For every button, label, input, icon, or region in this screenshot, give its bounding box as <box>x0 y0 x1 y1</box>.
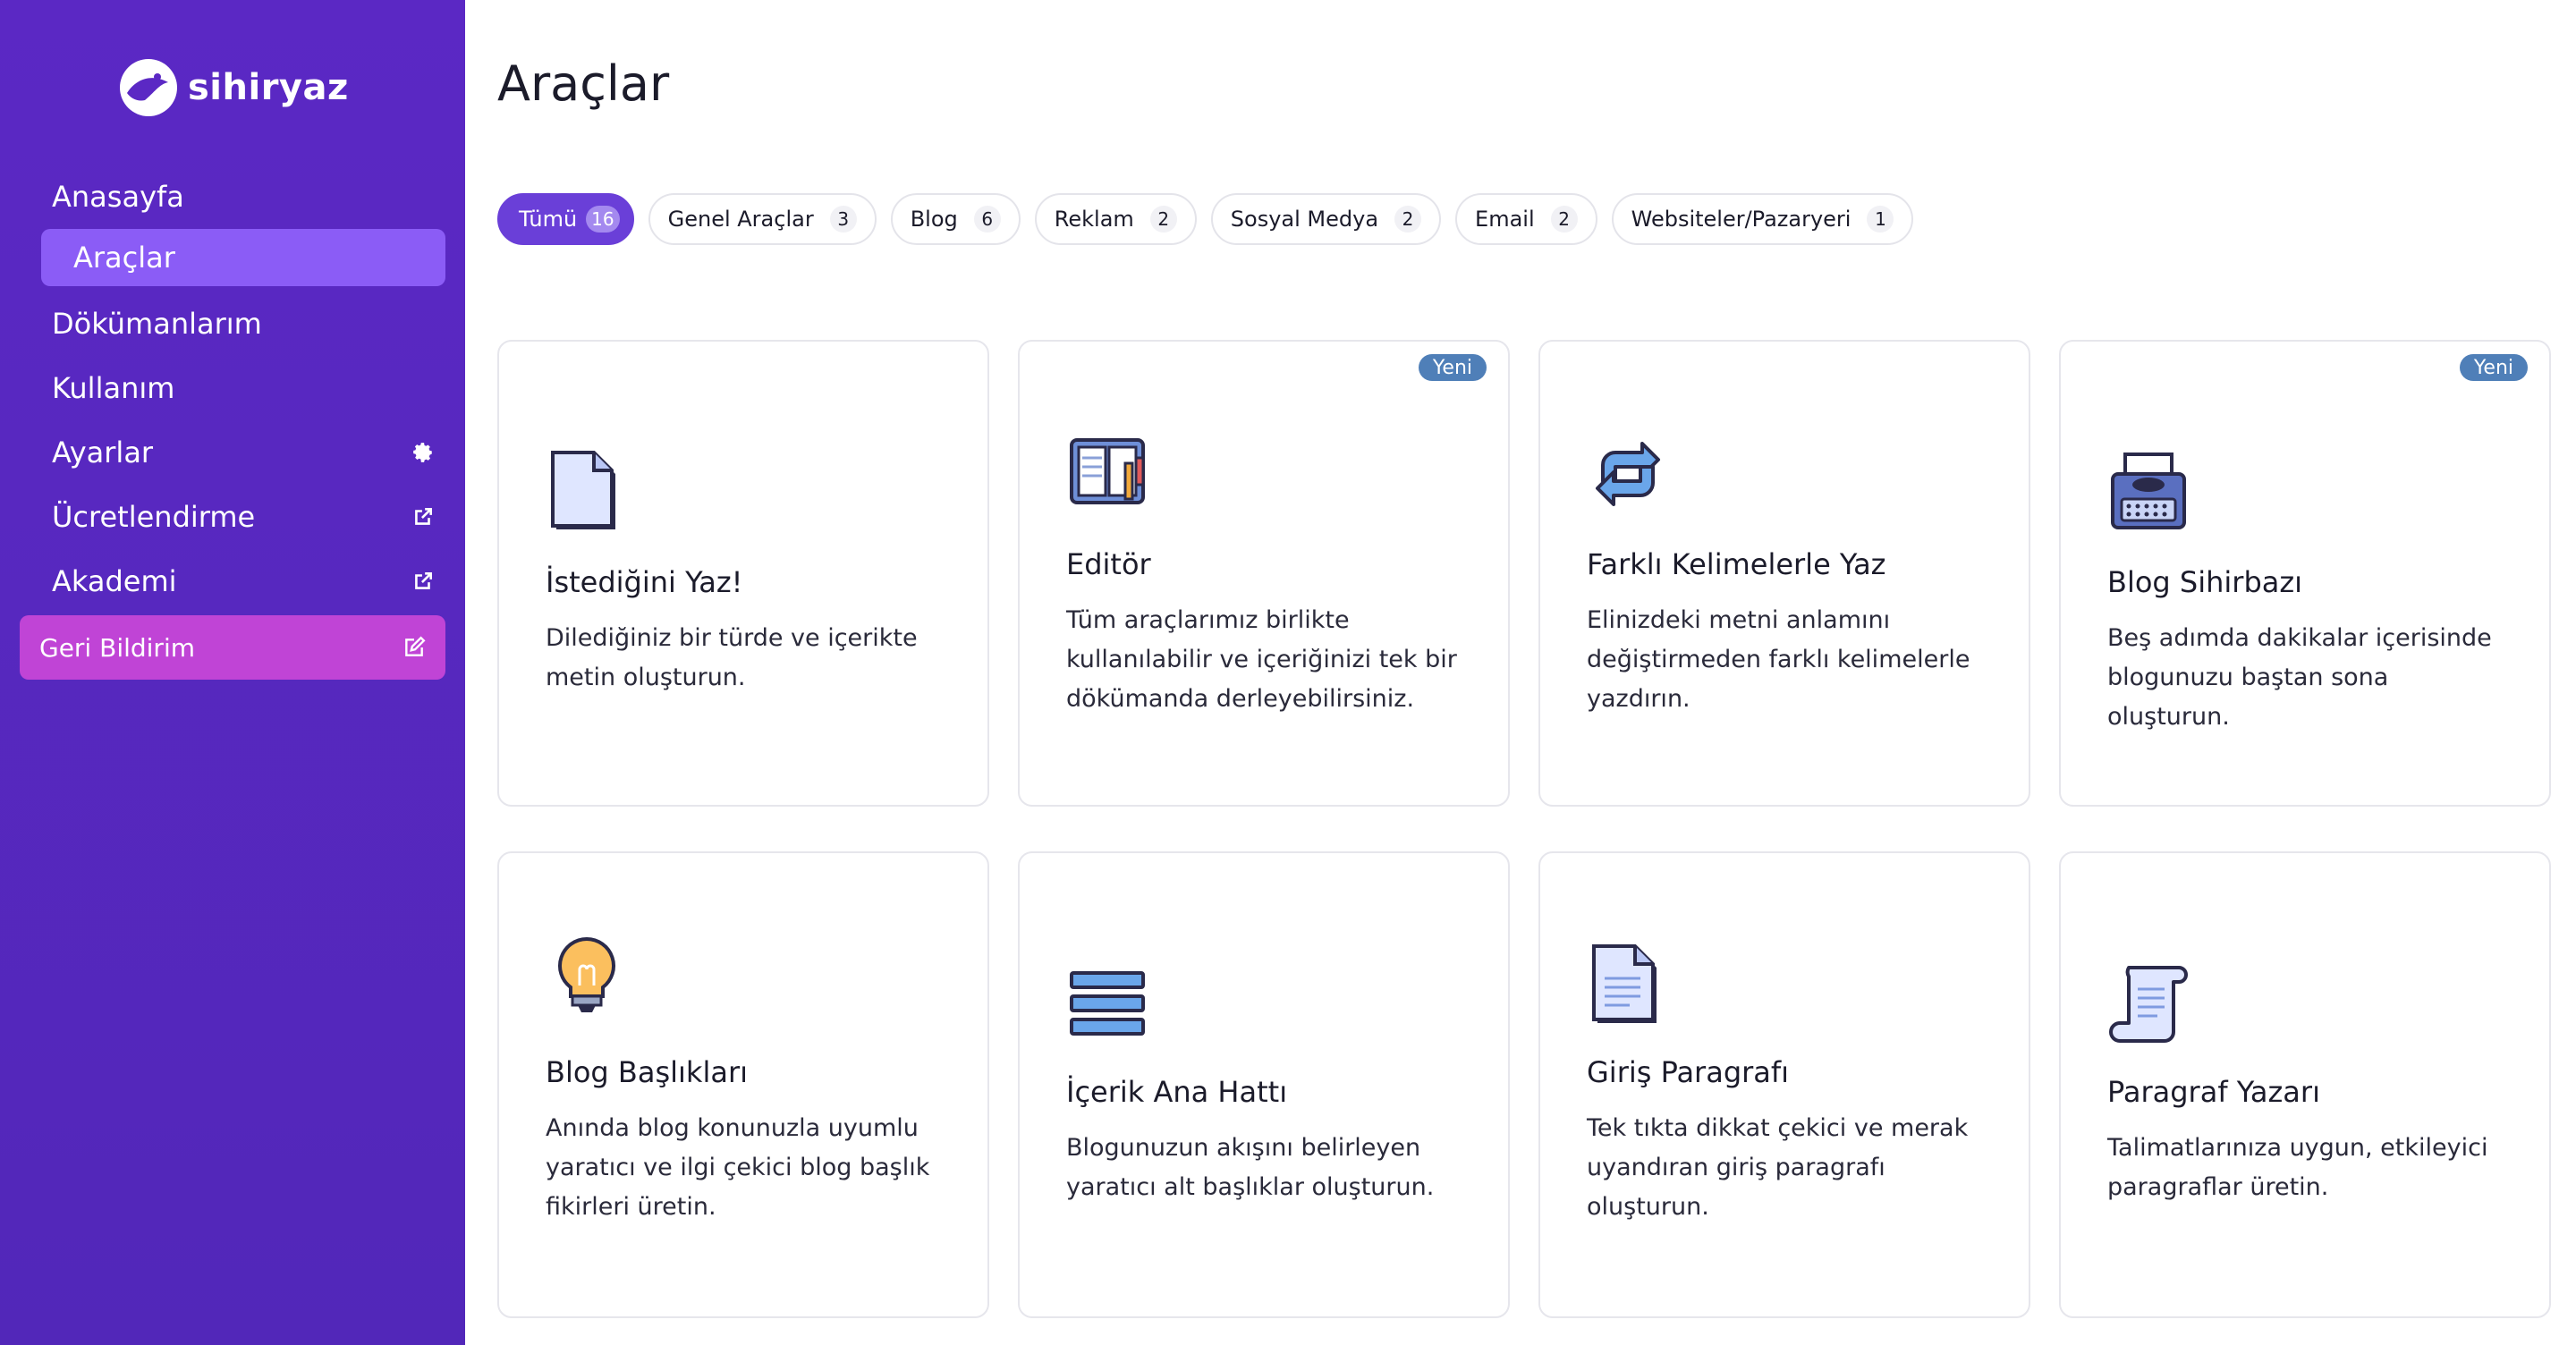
card-title: İstediğini Yaz! <box>546 565 743 599</box>
sidebar-item-label: Kullanım <box>52 371 175 405</box>
chip-count: 3 <box>829 206 857 233</box>
tool-card-giris-paragrafi[interactable]: Giriş Paragrafı Tek tıkta dikkat çekici … <box>1538 851 2030 1318</box>
chip-count: 2 <box>1550 206 1578 233</box>
card-title: İçerik Ana Hattı <box>1066 1075 1288 1109</box>
card-description: Elinizdeki metni anlamını değiştirmeden … <box>1587 606 1970 713</box>
card-title: Giriş Paragrafı <box>1587 1055 1790 1089</box>
tools-grid: İstediğini Yaz! Dilediğiniz bir türde ve… <box>497 340 2551 1318</box>
feedback-button[interactable]: Geri Bildirim <box>20 615 445 680</box>
list-icon <box>1070 971 1145 1036</box>
brand-logo[interactable]: sihiryaz <box>118 54 349 122</box>
card-description: Anında blog konunuzla uyumlu yaratıcı ve… <box>546 1114 930 1221</box>
brand-name: sihiryaz <box>188 67 349 108</box>
filter-chip-tumu[interactable]: Tümü 16 <box>497 193 634 245</box>
logo-icon <box>120 59 177 116</box>
tool-card-paragraf-yazari[interactable]: Paragraf Yazarı Talimatlarınıza uygun, e… <box>2059 851 2551 1318</box>
sidebar-item-dokumanlarim[interactable]: Dökümanlarım <box>41 295 445 352</box>
page-title: Araçlar <box>497 55 670 112</box>
sidebar-item-label: Ücretlendirme <box>52 500 256 534</box>
notebook-icon <box>1070 438 1145 504</box>
card-description: Tek tıkta dikkat çekici ve merak uyandır… <box>1587 1114 1969 1221</box>
tool-card-editor[interactable]: Yeni Editör Tüm araçlarımız birlikte kul… <box>1018 340 1510 807</box>
filter-chip-websiteler[interactable]: Websiteler/Pazaryeri 1 <box>1611 193 1914 245</box>
sidebar-item-label: Dökümanlarım <box>52 307 262 341</box>
chip-count: 1 <box>1867 206 1894 233</box>
filter-chip-genel-araclar[interactable]: Genel Araçlar 3 <box>648 193 877 245</box>
typewriter-icon <box>2111 453 2186 529</box>
card-title: Paragraf Yazarı <box>2107 1075 2320 1109</box>
tool-card-blog-basliklari[interactable]: Blog Başlıkları Anında blog konunuzla uy… <box>497 851 989 1318</box>
chip-count: 2 <box>1394 206 1422 233</box>
chip-label: Reklam <box>1054 207 1134 232</box>
sidebar-item-kullanim[interactable]: Kullanım <box>41 360 445 417</box>
new-badge: Yeni <box>2459 354 2528 381</box>
gear-icon <box>413 443 432 462</box>
main-content: Araçlar Tümü 16 Genel Araçlar 3 Blog 6 R… <box>465 0 2576 1345</box>
card-description: Talimatlarınıza uygun, etkileyici paragr… <box>2107 1134 2488 1201</box>
chip-label: Tümü <box>519 207 578 232</box>
filter-chip-blog[interactable]: Blog 6 <box>890 193 1021 245</box>
filter-chip-sosyal-medya[interactable]: Sosyal Medya 2 <box>1210 193 1442 245</box>
sidebar-item-ayarlar[interactable]: Ayarlar <box>41 424 445 481</box>
sidebar-item-anasayfa[interactable]: Anasayfa <box>41 168 445 225</box>
repeat-icon <box>1596 442 1660 506</box>
tool-card-icerik-ana-hatti[interactable]: İçerik Ana Hattı Blogunuzun akışını beli… <box>1018 851 1510 1318</box>
external-link-icon <box>415 508 432 525</box>
card-description: Dilediğiniz bir türde ve içerikte metin … <box>546 624 918 691</box>
sidebar-item-araclar[interactable]: Araçlar <box>41 229 445 286</box>
sidebar-item-ucretlendirme[interactable]: Ücretlendirme <box>41 488 445 546</box>
card-description: Tüm araçlarımız birlikte kullanılabilir … <box>1066 606 1457 713</box>
chip-label: Genel Araçlar <box>667 207 814 232</box>
sidebar-item-label: Ayarlar <box>52 436 154 469</box>
filter-chips: Tümü 16 Genel Araçlar 3 Blog 6 Reklam 2 … <box>497 193 1914 245</box>
text-document-icon <box>1592 944 1657 1023</box>
chip-count: 2 <box>1149 206 1177 233</box>
chip-label: Email <box>1475 207 1535 232</box>
sidebar-item-label: Akademi <box>52 564 177 598</box>
tool-card-farkli-kelimelerle-yaz[interactable]: Farklı Kelimelerle Yaz Elinizdeki metni … <box>1538 340 2030 807</box>
chip-label: Websiteler/Pazaryeri <box>1631 207 1852 232</box>
sidebar-item-akademi[interactable]: Akademi <box>41 553 445 610</box>
lightbulb-icon <box>558 936 615 1012</box>
tool-card-istedigini-yaz[interactable]: İstediğini Yaz! Dilediğiniz bir türde ve… <box>497 340 989 807</box>
new-badge: Yeni <box>1418 354 1487 381</box>
card-title: Blog Sihirbazı <box>2107 565 2303 599</box>
scroll-icon <box>2109 966 2188 1043</box>
sidebar-item-label: Anasayfa <box>52 180 184 214</box>
card-title: Blog Başlıkları <box>546 1055 748 1089</box>
filter-chip-email[interactable]: Email 2 <box>1455 193 1597 245</box>
card-description: Beş adımda dakikalar içerisinde blogunuz… <box>2107 624 2492 731</box>
card-description: Blogunuzun akışını belirleyen yaratıcı a… <box>1066 1134 1435 1201</box>
document-icon <box>551 451 615 529</box>
sidebar: sihiryaz Anasayfa Araçlar Dökümanlarım K… <box>0 0 465 1345</box>
feedback-label: Geri Bildirim <box>39 632 196 663</box>
filter-chip-reklam[interactable]: Reklam 2 <box>1034 193 1197 245</box>
chip-count: 16 <box>586 206 620 233</box>
card-title: Farklı Kelimelerle Yaz <box>1587 547 1886 581</box>
chip-label: Blog <box>910 207 958 232</box>
chip-label: Sosyal Medya <box>1230 207 1379 232</box>
chip-count: 6 <box>973 206 1001 233</box>
sidebar-item-label: Araçlar <box>73 241 175 275</box>
edit-icon <box>405 636 426 656</box>
card-title: Editör <box>1066 547 1151 581</box>
external-link-icon <box>415 572 432 589</box>
tool-card-blog-sihirbazi[interactable]: Yeni Blog Sihirbazı Beş adımda dakikalar… <box>2059 340 2551 807</box>
